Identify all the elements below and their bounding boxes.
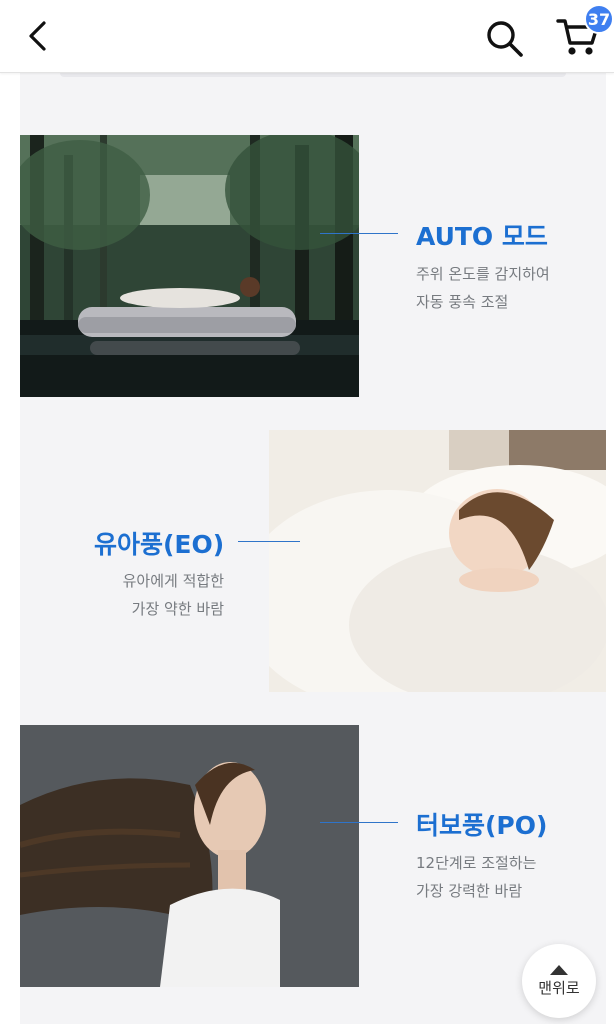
search-button[interactable]: [482, 16, 526, 60]
woman-hair-blowing-photo: [20, 725, 359, 987]
turbo-mode-connector-line: [320, 822, 398, 823]
infant-mode-title: 유아풍(EO): [94, 530, 225, 559]
search-icon: [487, 21, 523, 57]
sleeping-child-photo: [269, 430, 606, 692]
scroll-to-top-label: 맨위로: [538, 978, 580, 997]
top-app-bar: 37: [0, 0, 614, 73]
product-detail-content: AUTO 모드 주위 온도를 감지하여 자동 풍속 조절 유아풍(EO) 유아에…: [20, 73, 606, 1024]
section-divider: [60, 73, 566, 77]
sleeping-child-image: [269, 430, 606, 692]
auto-mode-connector-line: [320, 233, 398, 234]
cart-count-badge: 37: [584, 4, 614, 34]
triangle-up-icon: [550, 964, 568, 975]
chevron-left-icon: [29, 21, 46, 51]
infant-mode-desc-line2: 가장 약한 바람: [131, 600, 224, 618]
auto-mode-title: AUTO 모드: [416, 222, 548, 251]
auto-mode-description: 주위 온도를 감지하여 자동 풍속 조절: [416, 260, 550, 316]
auto-mode-desc-line2: 자동 풍속 조절: [416, 293, 509, 311]
turbo-mode-description: 12단계로 조절하는 가장 강력한 바람: [416, 849, 536, 905]
infant-mode-desc-line1: 유아에게 적합한: [122, 572, 224, 590]
forest-mattress-photo: [20, 135, 359, 397]
turbo-mode-title: 터보풍(PO): [416, 811, 548, 840]
turbo-mode-desc-line1: 12단계로 조절하는: [416, 854, 537, 872]
woman-wind-image: [20, 725, 359, 987]
infant-mode-connector-line: [238, 541, 300, 542]
back-button[interactable]: [18, 16, 58, 56]
infant-mode-description: 유아에게 적합한 가장 약한 바람: [116, 567, 224, 623]
turbo-mode-desc-line2: 가장 강력한 바람: [416, 882, 523, 900]
auto-mode-desc-line1: 주위 온도를 감지하여: [416, 265, 550, 283]
scroll-to-top-button[interactable]: 맨위로: [522, 944, 596, 1018]
forest-scene-image: [20, 135, 359, 397]
